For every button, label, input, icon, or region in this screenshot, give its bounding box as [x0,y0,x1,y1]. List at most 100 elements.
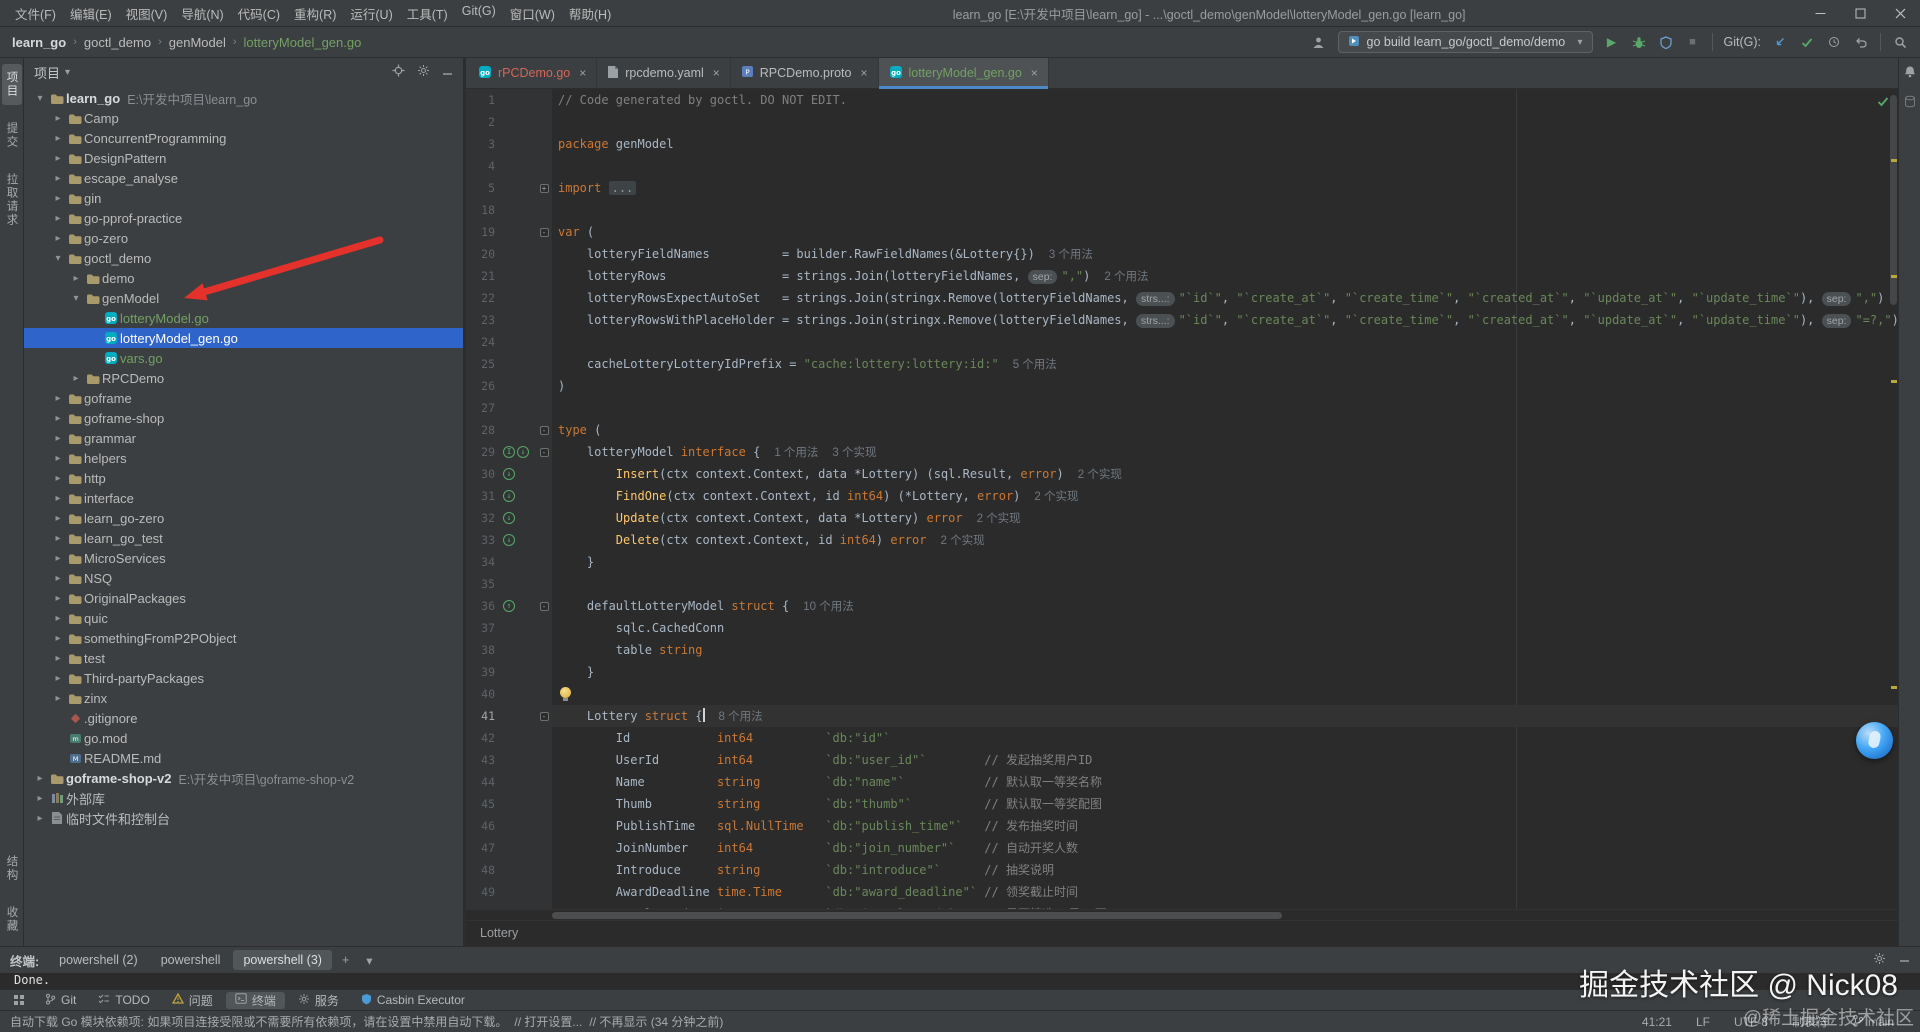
gutter[interactable]: 34 [466,551,552,573]
chevron-icon[interactable]: ▸ [50,133,66,144]
code-text[interactable]: Thumb string `db:"thumb"` // 默认取一等奖配图 [552,793,1898,815]
fold-marker[interactable]: - [540,712,549,721]
chevron-icon[interactable]: ▸ [50,433,66,444]
editor-tab-rpcdemo-proto[interactable]: PRPCDemo.proto× [731,58,879,88]
notifications-bell-icon[interactable] [1904,65,1916,81]
maximize-button[interactable] [1840,0,1880,26]
tree-item-外部库[interactable]: ▸外部库 [24,788,463,808]
gutter[interactable]: 4 [466,155,552,177]
gutter[interactable]: 40 [466,683,552,705]
chevron-icon[interactable]: ▸ [68,373,84,384]
implementations-icon[interactable]: ↓ [503,490,515,502]
fold-marker[interactable]: - [540,602,549,611]
gutter[interactable]: 3 [466,133,552,155]
tree-item-originalpackages[interactable]: ▸OriginalPackages [24,588,463,608]
gutter[interactable]: 28- [466,419,552,441]
editor-tab-rpcdemo-go[interactable]: gorPCDemo.go× [468,58,597,88]
tool-window-button-终端[interactable]: 终端 [226,992,285,1009]
tool-window-button-提交[interactable]: 提交 [2,115,22,156]
code-text[interactable]: Update(ctx context.Context, data *Lotter… [552,507,1898,529]
chevron-icon[interactable]: ▸ [32,813,48,824]
database-icon[interactable] [1904,95,1916,111]
code-editor[interactable]: 1// Code generated by goctl. DO NOT EDIT… [466,89,1898,909]
chevron-icon[interactable]: ▸ [50,193,66,204]
chevron-icon[interactable]: ▸ [50,653,66,664]
code-text[interactable]: lotteryRows = strings.Join(lotteryFieldN… [552,265,1898,287]
tool-window-button-git[interactable]: Git [36,992,85,1009]
gutter[interactable]: 22 [466,287,552,309]
implementations-icon[interactable]: ↓ [517,446,529,458]
tool-window-button-todo[interactable]: TODO [89,992,158,1009]
menu-文件-f[interactable]: 文件(F) [8,1,63,26]
code-text[interactable]: } [552,661,1898,683]
implementations-icon[interactable]: ↓ [503,512,515,524]
gutter[interactable]: 49 [466,881,552,903]
implementations-icon[interactable]: ↓ [503,534,515,546]
minimize-button[interactable] [1800,0,1840,26]
gutter[interactable]: 46 [466,815,552,837]
fold-marker[interactable]: - [540,228,549,237]
code-text[interactable]: lotteryRowsWithPlaceHolder = strings.Joi… [552,309,1898,331]
tree-item-goframe-shop-v2[interactable]: ▸goframe-shop-v2E:\开发中项目\goframe-shop-v2 [24,768,463,788]
chevron-icon[interactable]: ▸ [50,573,66,584]
tree-item-interface[interactable]: ▸interface [24,488,463,508]
open-settings-link[interactable]: // 打开设置... [514,1013,582,1030]
menu-代码-c[interactable]: 代码(C) [231,1,287,26]
menu-帮助-h[interactable]: 帮助(H) [562,1,618,26]
code-text[interactable]: AwardDeadline time.Time `db:"award_deadl… [552,881,1898,903]
update-project-button[interactable] [1772,36,1788,48]
tool-windows-grid-icon[interactable] [6,994,32,1006]
tree-item-learn-go-zero[interactable]: ▸learn_go-zero [24,508,463,528]
terminal-tab-powershell[interactable]: powershell [151,950,231,970]
code-text[interactable]: table string [552,639,1898,661]
code-text[interactable]: type ( [552,419,1898,441]
interface-icon[interactable]: I [503,446,515,458]
tree-item-camp[interactable]: ▸Camp [24,108,463,128]
debug-button[interactable] [1631,36,1647,49]
tool-window-button-项目[interactable]: 项目 [2,64,22,105]
gutter[interactable]: 43 [466,749,552,771]
chevron-icon[interactable]: ▸ [50,413,66,424]
code-text[interactable]: ) [552,375,1898,397]
gutter[interactable]: 36↑- [466,595,552,617]
gutter[interactable]: 41- [466,705,552,727]
close-tab-icon[interactable]: × [860,66,867,80]
run-configuration-select[interactable]: go build learn_go/goctl_demo/demo ▾ [1338,31,1593,53]
gutter[interactable]: 42 [466,727,552,749]
hide-panel-icon[interactable] [1899,953,1910,967]
dismiss-link[interactable]: // 不再显示 (34 分钟之前) [589,1013,723,1030]
gear-icon[interactable] [417,64,430,80]
chevron-icon[interactable]: ▸ [50,693,66,704]
chevron-icon[interactable]: ▸ [32,793,48,804]
gutter[interactable]: 31↓ [466,485,552,507]
chevron-icon[interactable]: ▾ [68,293,84,304]
commit-button[interactable] [1799,37,1815,48]
chevron-icon[interactable]: ▸ [50,553,66,564]
gutter[interactable]: 44 [466,771,552,793]
menu-导航-n[interactable]: 导航(N) [174,1,230,26]
locate-file-icon[interactable] [392,64,405,80]
gutter[interactable]: 29I↓- [466,441,552,463]
gutter[interactable]: 20 [466,243,552,265]
chevron-icon[interactable]: ▸ [50,473,66,484]
tree-item-concurrentprogramming[interactable]: ▸ConcurrentProgramming [24,128,463,148]
chevron-icon[interactable]: ▸ [50,533,66,544]
gutter[interactable]: 48 [466,859,552,881]
gutter[interactable]: 27 [466,397,552,419]
tree-item-somethingfromp2pobject[interactable]: ▸somethingFromP2PObject [24,628,463,648]
gutter[interactable]: 2 [466,111,552,133]
code-text[interactable]: lotteryModel interface {1 个用法3 个实现 [552,441,1898,463]
code-text[interactable]: Name string `db:"name"` // 默认取一等奖名称 [552,771,1898,793]
tool-window-button-收藏[interactable]: 收藏 [2,899,22,940]
gutter[interactable]: 18 [466,199,552,221]
gutter[interactable]: 25 [466,353,552,375]
fold-marker[interactable]: - [540,448,549,457]
tree-item-rpcdemo[interactable]: ▸RPCDemo [24,368,463,388]
code-text[interactable]: Delete(ctx context.Context, id int64) er… [552,529,1898,551]
chevron-icon[interactable]: ▾ [50,253,66,264]
gutter[interactable]: 33↓ [466,529,552,551]
chevron-icon[interactable]: ▸ [68,273,84,284]
chevron-icon[interactable]: ▸ [50,593,66,604]
close-tab-icon[interactable]: × [713,66,720,80]
code-text[interactable] [552,573,1898,595]
